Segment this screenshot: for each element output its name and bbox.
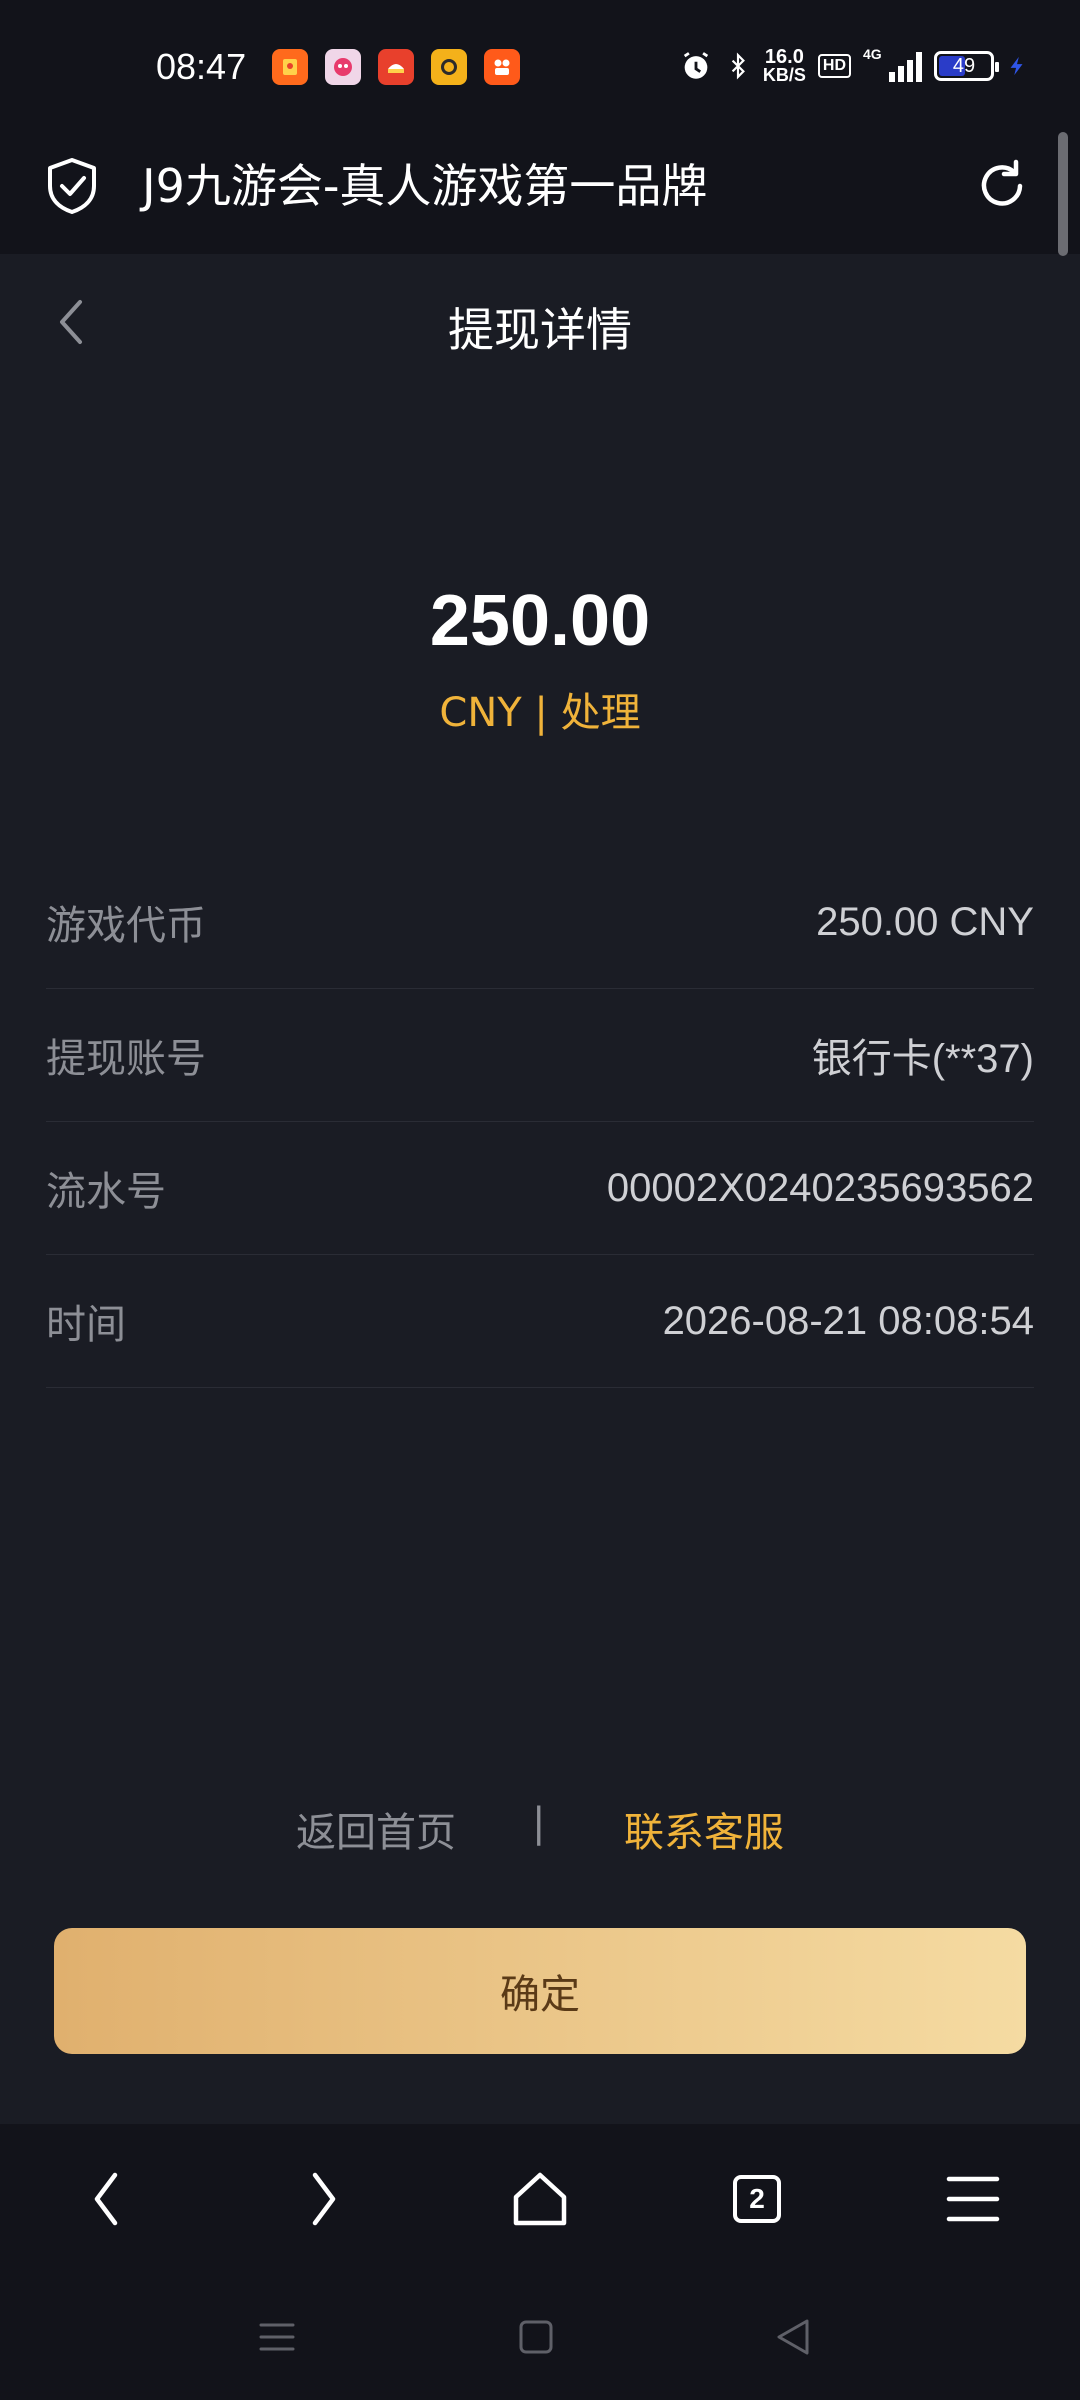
detail-row-serial: 流水号 00002X0240235693562 xyxy=(46,1122,1034,1255)
browser-menu-button[interactable] xyxy=(938,2164,1008,2234)
browser-bottom-nav: 2 xyxy=(0,2124,1080,2274)
browser-tabs-button[interactable]: 2 xyxy=(722,2164,792,2234)
square-home-icon xyxy=(519,2320,553,2354)
notification-app-icons xyxy=(272,49,520,85)
detail-row-time: 时间 2026-08-21 08:08:54 xyxy=(46,1255,1034,1388)
refresh-icon[interactable] xyxy=(972,156,1032,216)
browser-page-title[interactable]: J9九游会-真人游戏第一品牌 xyxy=(142,154,707,218)
chevron-right-icon xyxy=(312,2172,336,2226)
system-back-button[interactable] xyxy=(758,2302,828,2372)
status-time: 08:47 xyxy=(156,46,247,87)
signal-icon: 4G xyxy=(863,46,922,82)
triangle-back-icon xyxy=(777,2319,809,2355)
detail-value: 银行卡(**37) xyxy=(811,1037,1034,1081)
red-app-icon xyxy=(378,49,414,85)
detail-row-tokens: 游戏代币 250.00 CNY xyxy=(46,856,1034,989)
system-home-button[interactable] xyxy=(501,2302,571,2372)
battery-indicator: 49 xyxy=(934,51,999,81)
home-icon xyxy=(513,2172,567,2226)
confirm-button[interactable]: 确定 xyxy=(54,1928,1026,2054)
bluetooth-icon xyxy=(731,52,745,80)
detail-value: 2026-08-21 08:08:54 xyxy=(662,1298,1034,1343)
status-bar: 08:47 16.0 KB/S HD 4G 49 xyxy=(0,0,1080,130)
withdrawal-status: CNY | 处理 xyxy=(439,690,641,736)
618-promo-app-icon xyxy=(325,49,361,85)
withdrawal-amount: 250.00 xyxy=(429,581,651,661)
yellow-app-icon xyxy=(431,49,467,85)
return-home-link[interactable]: 返回首页 xyxy=(296,1800,456,1858)
kuaishou-app-icon xyxy=(484,49,520,85)
chevron-left-icon xyxy=(94,2172,118,2226)
detail-row-account: 提现账号 银行卡(**37) xyxy=(46,989,1034,1122)
tab-count-badge: 2 xyxy=(733,2175,781,2223)
detail-label: 游戏代币 xyxy=(46,903,206,949)
contact-support-link[interactable]: 联系客服 xyxy=(624,1800,784,1858)
browser-back-button[interactable] xyxy=(72,2164,142,2234)
page-title: 提现详情 xyxy=(448,303,632,357)
detail-label: 时间 xyxy=(46,1302,126,1348)
system-nav-bar xyxy=(0,2274,1080,2400)
browser-home-button[interactable] xyxy=(505,2164,575,2234)
system-recents-button[interactable] xyxy=(242,2302,312,2372)
browser-forward-button[interactable] xyxy=(288,2164,358,2234)
red-packet-app-icon xyxy=(272,49,308,85)
menu-icon xyxy=(946,2176,1000,2222)
system-status-icons: 16.0 KB/S HD 4G 49 xyxy=(679,44,1028,88)
detail-value: 00002X0240235693562 xyxy=(606,1165,1034,1210)
security-shield-icon[interactable] xyxy=(44,156,100,216)
detail-list: 游戏代币 250.00 CNY 提现账号 银行卡(**37) 流水号 00002… xyxy=(46,856,1034,1388)
charging-icon xyxy=(1010,56,1023,76)
scrollbar-thumb[interactable] xyxy=(1058,132,1068,256)
detail-label: 提现账号 xyxy=(46,1036,206,1082)
detail-value: 250.00 CNY xyxy=(816,899,1034,944)
detail-label: 流水号 xyxy=(46,1169,166,1215)
recents-icon xyxy=(259,2323,295,2351)
hd-badge: HD xyxy=(817,54,851,78)
alarm-icon xyxy=(683,52,708,79)
browser-address-bar: J9九游会-真人游戏第一品牌 xyxy=(0,130,1080,256)
network-speed: 16.0 KB/S xyxy=(762,46,806,85)
link-separator: | xyxy=(532,1800,546,1846)
page-header: 提现详情 xyxy=(0,254,1080,394)
bottom-links: 返回首页 | 联系客服 xyxy=(0,1800,1080,1860)
